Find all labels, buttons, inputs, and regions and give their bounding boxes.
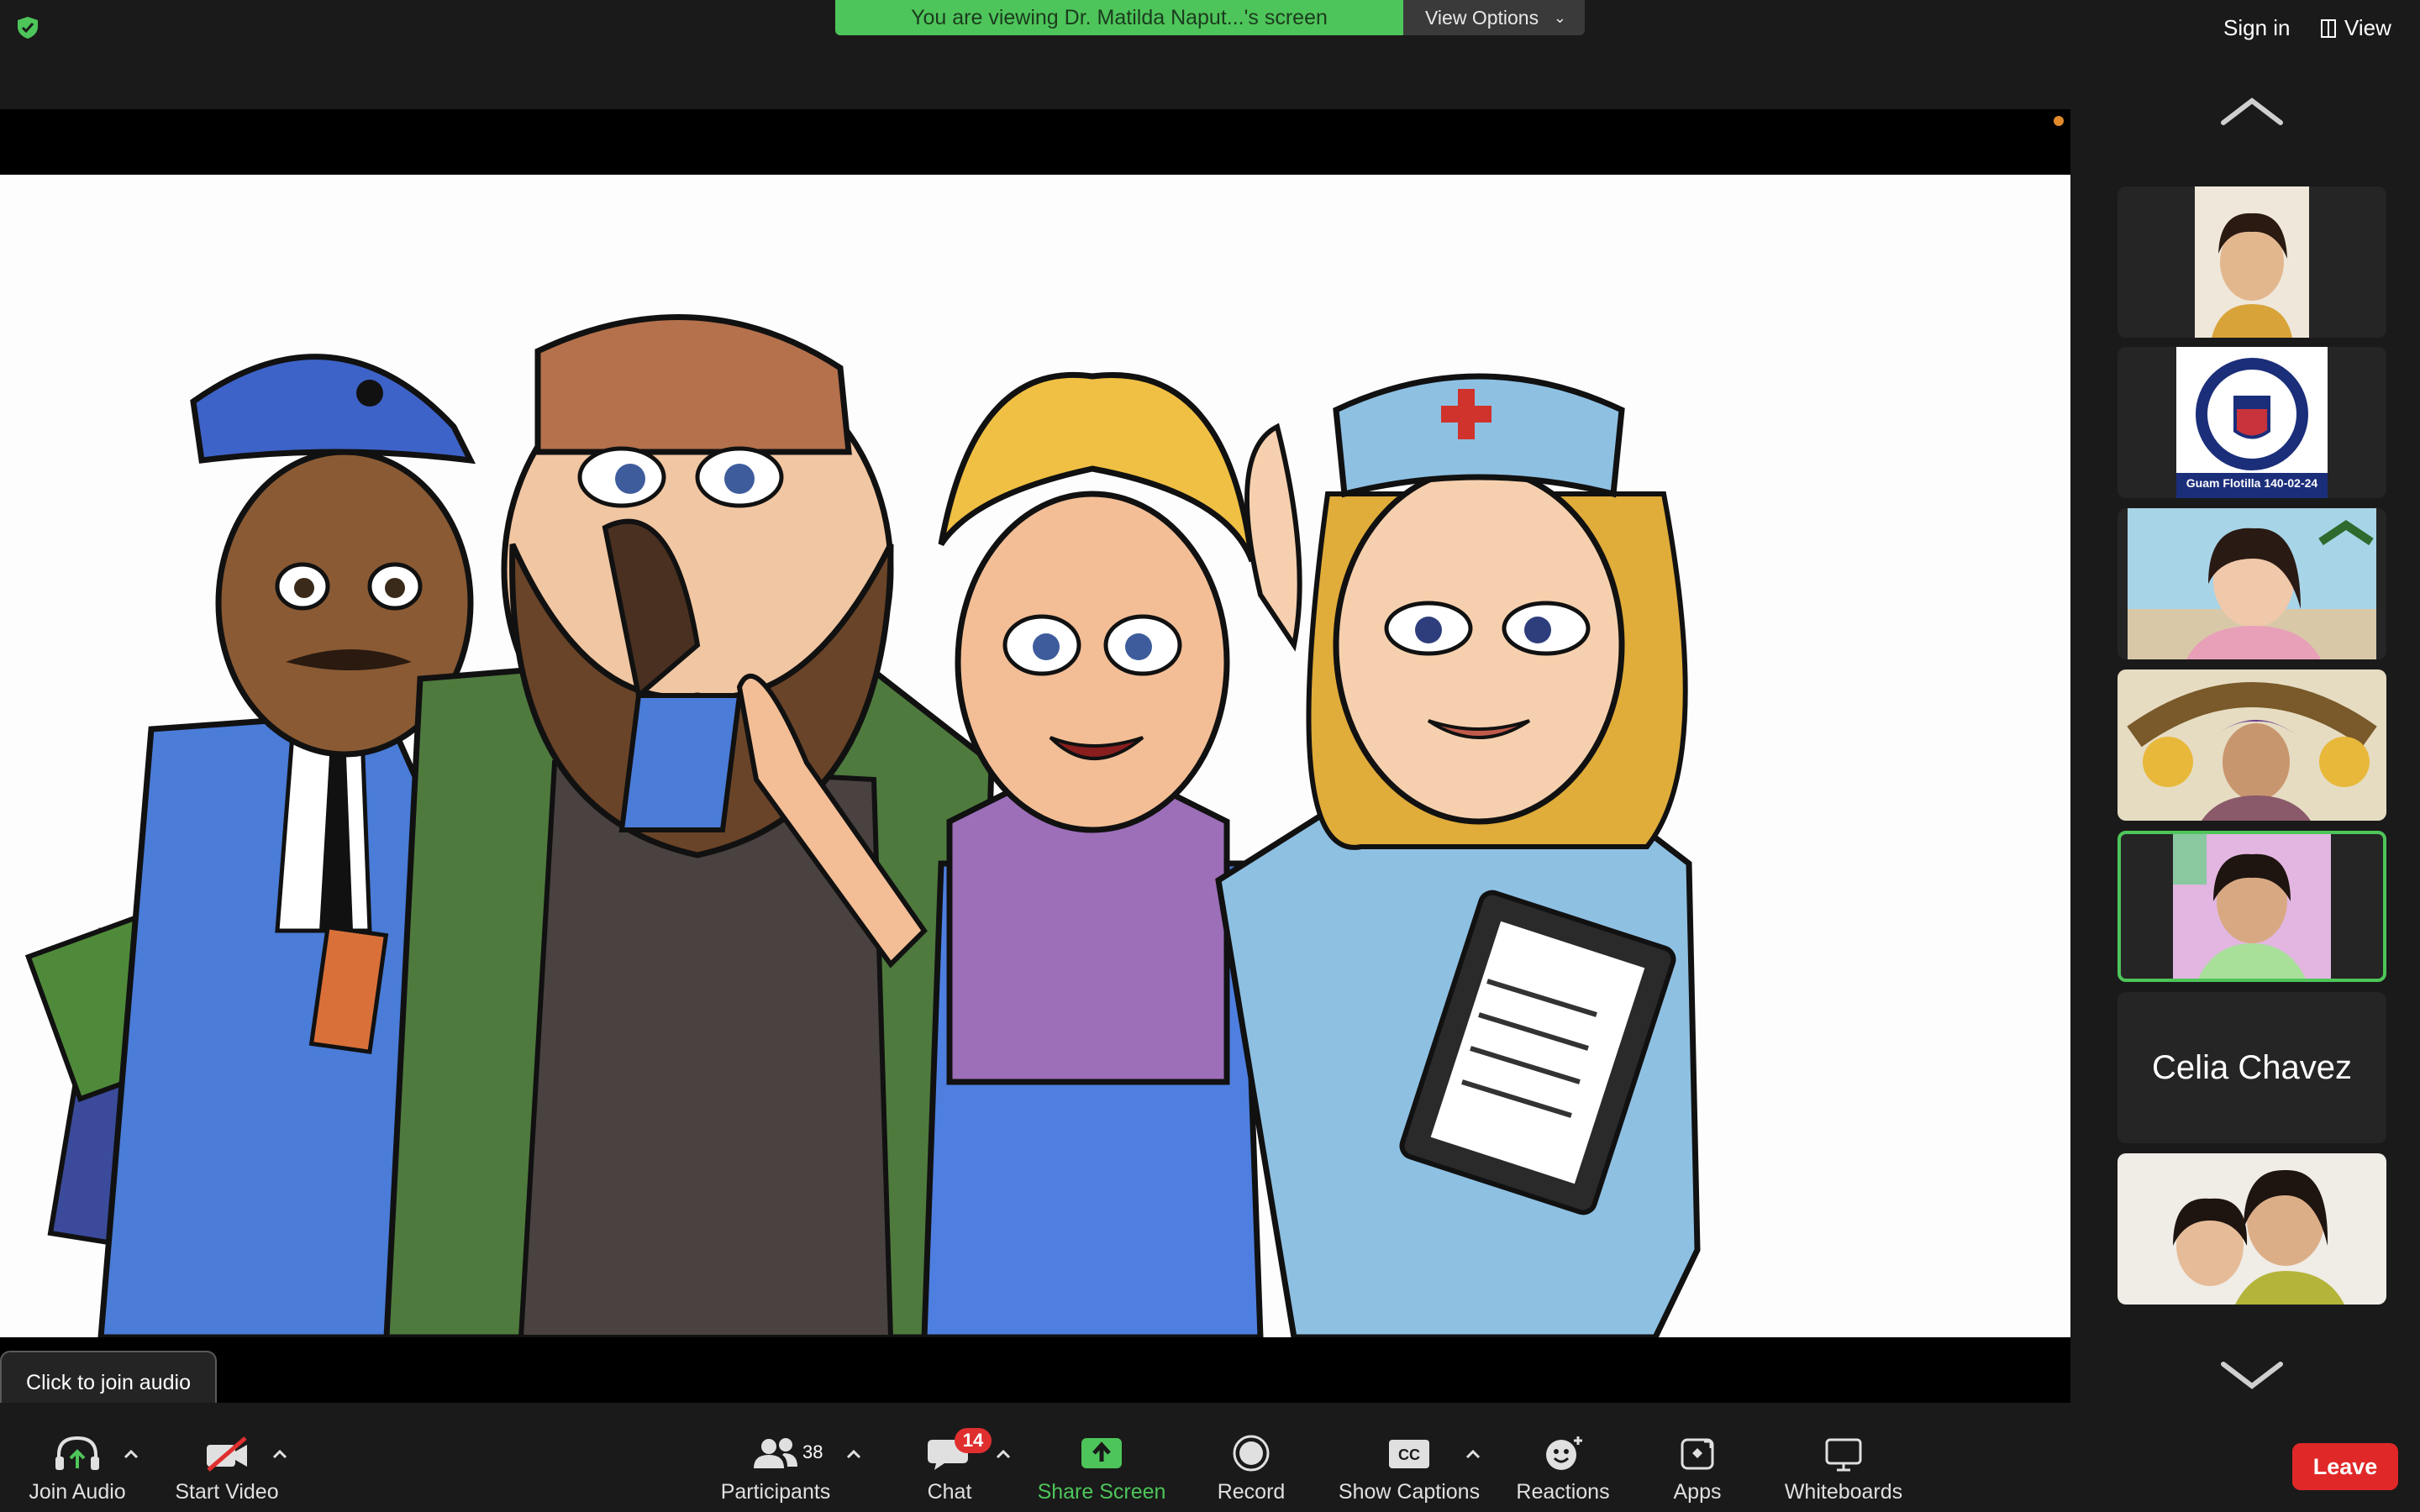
participant-tile[interactable]: Guam Flotilla 140-02-24 (2118, 347, 2386, 498)
security-shield-icon[interactable] (15, 15, 40, 40)
participants-caret-icon[interactable] (845, 1448, 862, 1460)
layout-icon (2321, 19, 2336, 38)
chat-label: Chat (927, 1480, 972, 1504)
participant-name: Celia Chavez (2152, 1048, 2352, 1086)
reactions-button[interactable]: Reactions (1511, 1433, 1615, 1505)
apps-icon (1681, 1438, 1714, 1470)
whiteboards-button[interactable]: Whiteboards (1776, 1433, 1911, 1505)
participant-video (2118, 1153, 2386, 1305)
participants-count: 38 (802, 1441, 823, 1462)
start-video-button[interactable]: Start Video (168, 1433, 286, 1505)
video-off-icon (207, 1436, 247, 1472)
view-label: View (2344, 15, 2391, 40)
reactions-icon (1546, 1436, 1582, 1470)
view-button[interactable]: View (2321, 15, 2391, 41)
join-audio-label: Join Audio (29, 1480, 126, 1504)
participant-video (2195, 186, 2309, 338)
record-icon (1233, 1435, 1270, 1472)
chat-caret-icon[interactable] (995, 1448, 1012, 1460)
join-audio-button[interactable]: Join Audio (20, 1433, 134, 1505)
chevron-down-icon: ⌄ (1553, 9, 1566, 26)
share-screen-button[interactable]: Share Screen (1030, 1433, 1173, 1505)
participant-video (2118, 669, 2386, 821)
status-dot (2054, 116, 2064, 126)
captions-icon: CC (1389, 1440, 1429, 1468)
captions-icon-text: CC (1398, 1446, 1420, 1463)
participant-tile[interactable] (2118, 186, 2386, 338)
participant-video (2173, 834, 2331, 979)
share-screen-icon (1081, 1438, 1122, 1468)
show-captions-button[interactable]: CC Show Captions (1334, 1433, 1484, 1505)
participant-video (2128, 508, 2376, 659)
gallery-scroll-down-icon[interactable] (2218, 1359, 2286, 1393)
shared-illustration (0, 175, 2070, 1337)
audio-options-caret-icon[interactable] (123, 1448, 139, 1460)
shared-screen[interactable] (0, 109, 2070, 1403)
view-options-label: View Options (1425, 7, 1539, 29)
logo-caption: Guam Flotilla 140-02-24 (2186, 476, 2318, 490)
participants-label: Participants (720, 1480, 831, 1504)
community-helpers-cartoon (0, 175, 2070, 1337)
view-options-button[interactable]: View Options ⌄ (1403, 0, 1585, 35)
leave-button[interactable]: Leave (2292, 1443, 2398, 1490)
participant-tile[interactable] (2118, 508, 2386, 659)
gallery-scroll-up-icon[interactable] (2218, 94, 2286, 128)
nurse-figure (1215, 373, 1701, 1337)
chat-unread-badge: 14 (955, 1428, 992, 1453)
record-label: Record (1217, 1480, 1286, 1504)
captions-caret-icon[interactable] (1465, 1448, 1481, 1460)
video-options-caret-icon[interactable] (271, 1448, 288, 1460)
whiteboard-icon (1825, 1438, 1862, 1472)
record-button[interactable]: Record (1205, 1433, 1297, 1505)
apps-label: Apps (1673, 1480, 1722, 1504)
reactions-label: Reactions (1516, 1480, 1610, 1504)
participants-icon (754, 1438, 797, 1468)
whiteboards-label: Whiteboards (1784, 1480, 1903, 1504)
participant-tile[interactable] (2118, 669, 2386, 821)
headphones-icon (55, 1436, 99, 1470)
zoom-meeting-window: You are viewing Dr. Matilda Naput...'s s… (0, 0, 2420, 1512)
coast-guard-auxiliary-logo (2176, 347, 2328, 498)
sign-in-button[interactable]: Sign in (2223, 15, 2291, 41)
apps-button[interactable]: Apps (1655, 1433, 1739, 1505)
start-video-label: Start Video (175, 1480, 279, 1504)
participant-tile[interactable]: Celia Chavez (2118, 992, 2386, 1143)
show-captions-label: Show Captions (1338, 1480, 1481, 1504)
share-screen-label: Share Screen (1037, 1480, 1166, 1504)
top-bar: You are viewing Dr. Matilda Naput...'s s… (0, 0, 2420, 109)
participant-tile[interactable] (2118, 1153, 2386, 1305)
active-speaker-tile[interactable] (2118, 831, 2386, 982)
viewing-screen-banner: You are viewing Dr. Matilda Naput...'s s… (835, 0, 1403, 35)
